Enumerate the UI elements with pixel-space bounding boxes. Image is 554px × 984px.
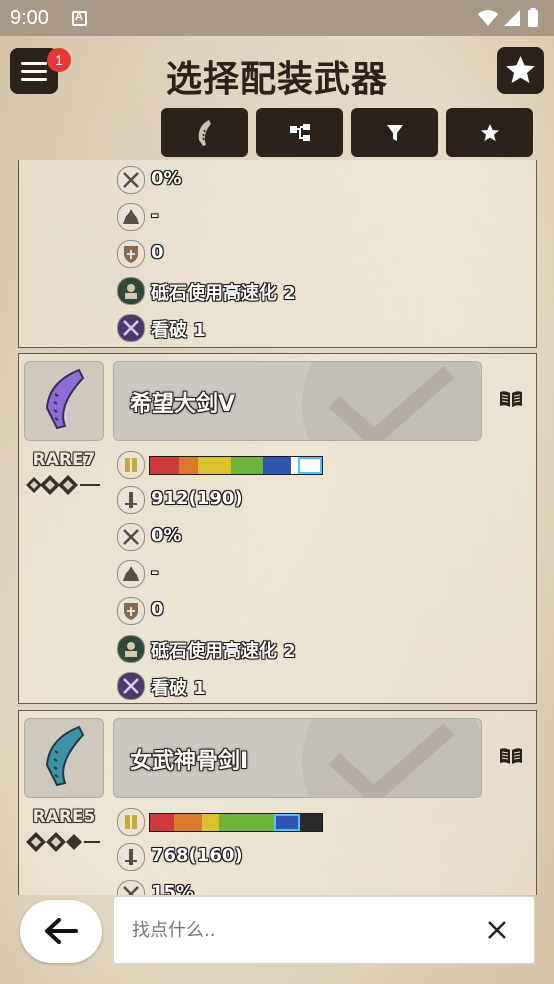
skill-icon: [117, 672, 145, 700]
sharpness-segment: [291, 457, 298, 474]
weapon-card: 0% - 0 砥石使用高速化 2 看破 1: [18, 160, 537, 348]
sharpness-segment: [218, 814, 274, 831]
sharpness-segment: [179, 457, 199, 474]
sharpness-icon: [117, 808, 145, 836]
weapon-list[interactable]: 0% - 0 砥石使用高速化 2 看破 1 RARE7 希望大剑Ⅴ 912(19…: [0, 160, 554, 895]
greatsword-icon: [45, 368, 85, 430]
stat-value: 15%: [151, 882, 195, 895]
check-icon: [302, 719, 481, 797]
star-icon: [506, 56, 535, 83]
menu-icon-line: [21, 70, 47, 73]
weapon-thumbnail: [24, 361, 104, 441]
stat-value: 砥石使用高速化 2: [151, 641, 296, 662]
arrow-left-icon: [45, 918, 78, 944]
filter-button[interactable]: [351, 108, 438, 157]
notification-a-icon: [72, 11, 87, 26]
affinity-icon: [117, 880, 145, 895]
skill-icon: [117, 277, 145, 305]
affinity-icon: [117, 523, 145, 551]
sharpness-bar: [149, 456, 323, 475]
sharpness-segment: [174, 814, 202, 831]
app-root: 9:00 1 选择配装武器: [0, 0, 554, 984]
weapon-card[interactable]: RARE5 女武神骨剑Ⅰ 768(160) 15%: [18, 710, 537, 895]
stat-value: 0: [151, 242, 164, 263]
stat-value: 看破 1: [151, 678, 206, 699]
stat-value: 912(190): [151, 488, 243, 509]
sharpness-icon: [117, 451, 145, 479]
signal-icon: [504, 10, 520, 26]
skill-icon: [117, 635, 145, 663]
defense-icon: [117, 597, 145, 625]
element-icon: [117, 203, 145, 231]
weapon-type-icon: [198, 119, 211, 146]
menu-icon-line: [21, 78, 47, 81]
status-bar: 9:00: [0, 0, 554, 36]
rarity-label: RARE5: [32, 807, 96, 827]
check-icon: [302, 362, 481, 440]
wifi-icon: [478, 10, 498, 26]
sharpness-segment: [263, 457, 291, 474]
weapon-name: 希望大剑Ⅴ: [130, 392, 236, 417]
search-input[interactable]: [130, 915, 464, 945]
stat-value: -: [151, 205, 159, 226]
weapon-type-button[interactable]: [161, 108, 248, 157]
search-box: [113, 896, 535, 964]
weapon-name: 女武神骨剑Ⅰ: [130, 749, 249, 774]
status-icons: [478, 8, 538, 27]
star-icon: [480, 123, 499, 141]
notification-badge: 1: [47, 48, 71, 72]
attack-icon: [117, 486, 145, 514]
sharpness-bar: [149, 813, 323, 832]
attack-icon: [117, 843, 145, 871]
favorites-button[interactable]: [497, 47, 544, 94]
sharpness-segment: [198, 457, 231, 474]
page-title: 选择配装武器: [165, 59, 388, 100]
tree-icon: [289, 123, 310, 141]
stat-value: -: [151, 562, 159, 583]
stat-value: 0%: [151, 168, 182, 189]
sharpness-segment: [150, 457, 180, 474]
skill-icon: [117, 314, 145, 342]
element-icon: [117, 560, 145, 588]
deco-slots-icon: [26, 832, 100, 852]
filter-icon: [386, 124, 403, 141]
deco-slots-icon: [26, 475, 100, 495]
stat-value: 0%: [151, 525, 182, 546]
book-icon[interactable]: [499, 390, 523, 408]
battery-icon: [528, 10, 538, 27]
stat-value: 看破 1: [151, 320, 206, 341]
select-weapon-button[interactable]: 女武神骨剑Ⅰ: [113, 718, 482, 798]
sharpness-segment: [201, 814, 219, 831]
sharpness-segment: [230, 457, 264, 474]
stat-value: 768(160): [151, 845, 243, 866]
menu-icon: [21, 62, 47, 65]
book-icon[interactable]: [499, 747, 523, 765]
status-time: 9:00: [10, 7, 49, 29]
stat-value: 砥石使用高速化 2: [151, 283, 296, 304]
affinity-icon: [117, 166, 145, 194]
defense-icon: [117, 240, 145, 268]
rarity-label: RARE7: [32, 450, 96, 470]
stat-value: 0: [151, 599, 164, 620]
greatsword-icon: [45, 725, 85, 787]
close-icon[interactable]: [484, 917, 510, 943]
weapon-thumbnail: [24, 718, 104, 798]
weapon-tree-button[interactable]: [256, 108, 343, 157]
sharpness-segment: [150, 814, 175, 831]
weapon-card[interactable]: RARE7 希望大剑Ⅴ 912(190) 0% - 0 砥石使用高速化 2 看破…: [18, 353, 537, 704]
favorite-filter-button[interactable]: [446, 108, 533, 157]
sharpness-segment: [297, 457, 322, 474]
back-button[interactable]: [20, 900, 102, 963]
sharpness-segment: [273, 814, 300, 831]
select-weapon-button[interactable]: 希望大剑Ⅴ: [113, 361, 482, 441]
